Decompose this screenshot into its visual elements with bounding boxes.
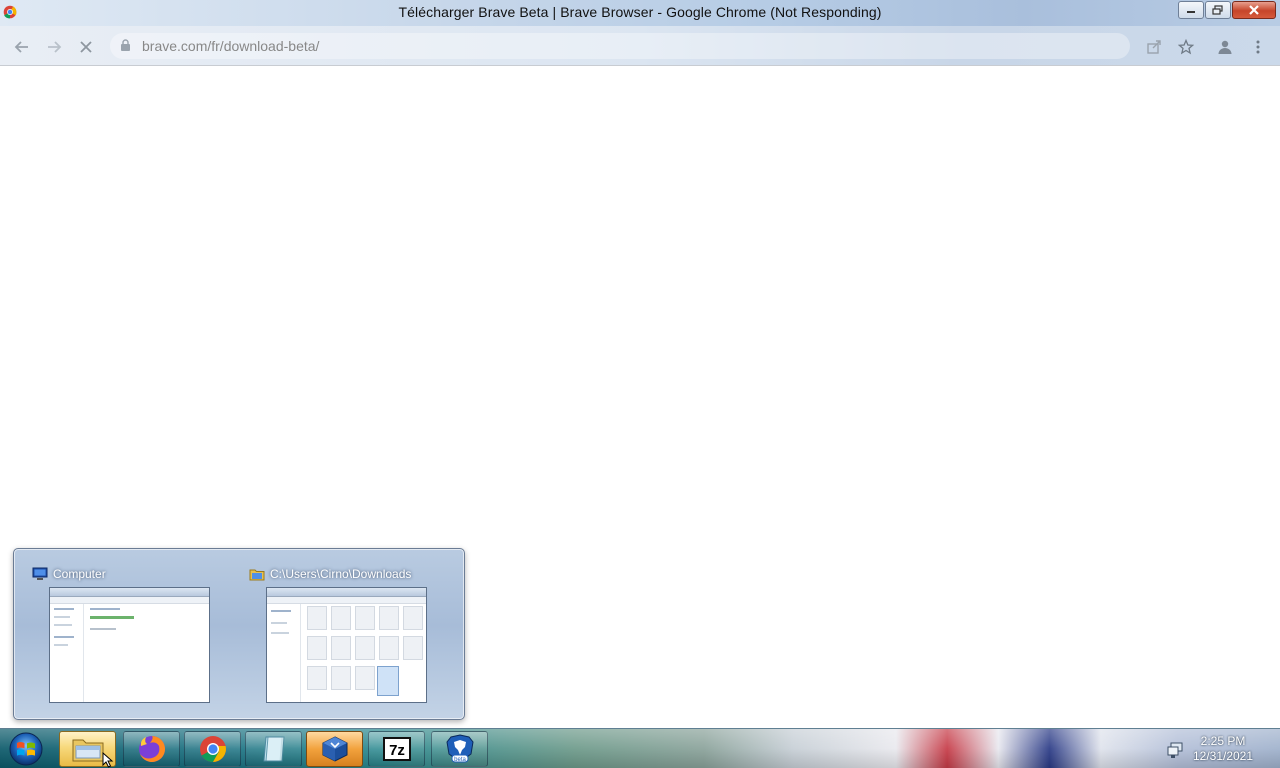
restore-icon xyxy=(1212,5,1223,15)
thumbnail-title: Computer xyxy=(53,567,106,581)
star-icon xyxy=(1178,39,1194,55)
profile-button[interactable] xyxy=(1215,37,1235,57)
taskbar-virtualbox[interactable] xyxy=(306,731,363,767)
7zip-icon: 7z xyxy=(382,737,411,761)
window-title: Télécharger Brave Beta | Brave Browser -… xyxy=(398,4,882,20)
window-preview xyxy=(266,587,427,703)
thumbnail-title: C:\Users\Cirno\Downloads xyxy=(270,567,412,581)
folder-icon xyxy=(249,569,265,581)
computer-icon xyxy=(32,567,48,580)
share-button[interactable] xyxy=(1144,37,1164,57)
system-tray: 2:25 PM 12/31/2021 xyxy=(1130,729,1280,768)
start-button[interactable] xyxy=(6,731,46,767)
network-icon[interactable] xyxy=(1166,741,1184,759)
menu-button[interactable] xyxy=(1248,37,1268,57)
7zip-label: 7z xyxy=(389,742,405,759)
share-icon xyxy=(1147,40,1161,54)
url-text: brave.com/fr/download-beta/ xyxy=(142,38,320,54)
kebab-menu-icon xyxy=(1256,40,1260,54)
minimize-button[interactable] xyxy=(1178,1,1204,19)
maximize-button[interactable] xyxy=(1205,1,1231,19)
windows-orb-icon xyxy=(9,732,43,766)
bookmark-button[interactable] xyxy=(1176,37,1196,57)
thumbnail-computer[interactable]: Computer xyxy=(32,565,222,715)
virtualbox-icon xyxy=(322,736,347,762)
back-button[interactable] xyxy=(12,37,32,57)
taskbar-thumbnail-popup: Computer C:\Users\Cirno\Downloads xyxy=(13,548,465,720)
taskbar-firefox[interactable] xyxy=(123,731,180,767)
person-icon xyxy=(1218,40,1232,54)
close-icon xyxy=(1249,5,1259,15)
window-preview xyxy=(49,587,210,703)
stop-loading-button[interactable] xyxy=(76,37,96,57)
forward-button[interactable] xyxy=(44,37,64,57)
window-controls xyxy=(1177,1,1276,19)
minimize-icon xyxy=(1187,11,1195,13)
taskbar-brave-beta[interactable]: beta xyxy=(431,731,488,767)
brave-beta-icon: beta xyxy=(445,734,474,763)
beta-label: beta xyxy=(454,757,466,763)
close-x-icon xyxy=(80,41,92,53)
clock-date: 12/31/2021 xyxy=(1192,749,1254,763)
taskbar: 7z beta 2:25 PM 12/31/2021 xyxy=(0,728,1280,768)
thumbnail-downloads[interactable]: C:\Users\Cirno\Downloads xyxy=(249,565,439,715)
clock-time: 2:25 PM xyxy=(1200,734,1246,748)
back-arrow-icon xyxy=(14,41,28,53)
forward-arrow-icon xyxy=(48,41,62,53)
taskbar-notepad-app[interactable] xyxy=(245,731,302,767)
taskbar-7zip[interactable]: 7z xyxy=(368,731,425,767)
chrome-icon xyxy=(199,736,226,763)
taskbar-google-chrome[interactable] xyxy=(184,731,241,767)
clock[interactable]: 2:25 PM 12/31/2021 xyxy=(1188,734,1258,764)
address-bar[interactable]: brave.com/fr/download-beta/ xyxy=(110,33,1130,59)
window-titlebar[interactable]: Télécharger Brave Beta | Brave Browser -… xyxy=(0,0,1280,26)
mouse-cursor-icon xyxy=(102,752,114,768)
lock-icon xyxy=(121,39,130,51)
close-button[interactable] xyxy=(1232,1,1276,19)
browser-toolbar: brave.com/fr/download-beta/ xyxy=(0,26,1280,66)
folder-icon xyxy=(72,739,103,762)
document-icon xyxy=(262,736,285,762)
firefox-icon xyxy=(138,736,165,762)
